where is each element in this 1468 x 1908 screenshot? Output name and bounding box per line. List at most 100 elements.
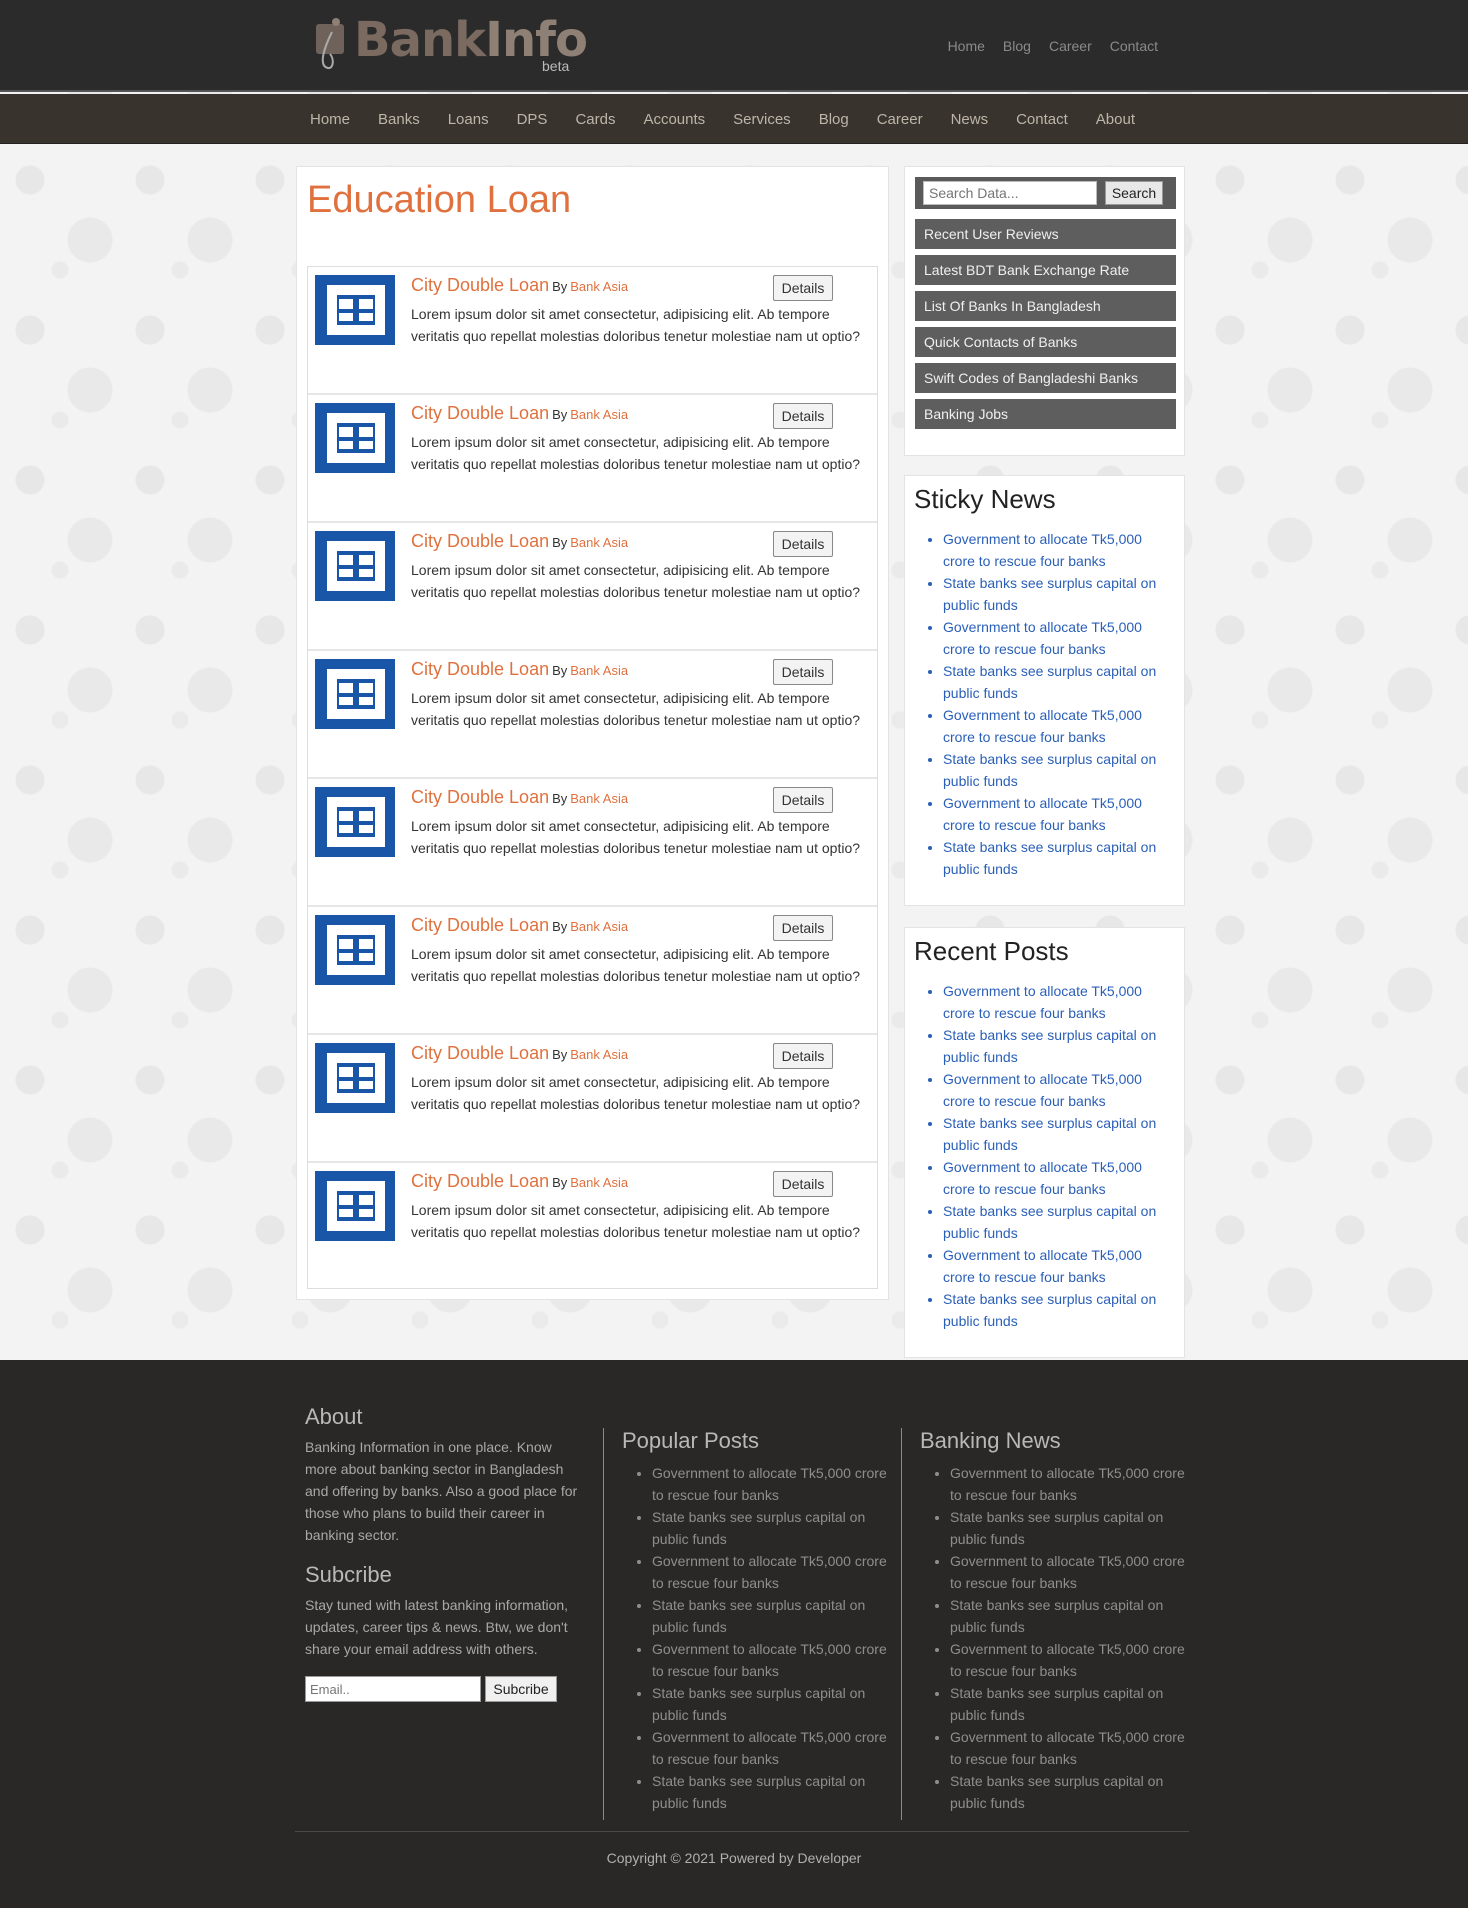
recent-post-item[interactable]: Government to allocate Tk5,000 crore to … — [943, 980, 1175, 1024]
popular-post-item-link[interactable]: State banks see surplus capital on publi… — [652, 1509, 865, 1547]
recent-post-item[interactable]: Government to allocate Tk5,000 crore to … — [943, 1244, 1175, 1288]
bank-name-link[interactable]: Bank Asia — [570, 791, 628, 806]
loan-title[interactable]: City Double Loan By Bank Asia — [411, 1043, 628, 1064]
recent-post-item-link[interactable]: Government to allocate Tk5,000 crore to … — [943, 1071, 1142, 1109]
nav-item-cards[interactable]: Cards — [561, 111, 629, 128]
bank-name-link[interactable]: Bank Asia — [570, 663, 628, 678]
sticky-news-item-link[interactable]: Government to allocate Tk5,000 crore to … — [943, 795, 1142, 833]
popular-post-item-link[interactable]: Government to allocate Tk5,000 crore to … — [652, 1641, 887, 1679]
nav-item-services[interactable]: Services — [719, 111, 805, 128]
top-link-blog[interactable]: Blog — [1003, 38, 1031, 54]
popular-post-item-link[interactable]: State banks see surplus capital on publi… — [652, 1597, 865, 1635]
sidebar-item-banking-jobs[interactable]: Banking Jobs — [915, 399, 1176, 429]
sticky-news-item[interactable]: Government to allocate Tk5,000 crore to … — [943, 528, 1175, 572]
popular-post-item[interactable]: Government to allocate Tk5,000 crore to … — [652, 1462, 893, 1506]
details-button[interactable]: Details — [773, 403, 833, 429]
recent-post-item[interactable]: State banks see surplus capital on publi… — [943, 1288, 1175, 1332]
bank-name-link[interactable]: Bank Asia — [570, 1175, 628, 1190]
search-button[interactable]: Search — [1105, 181, 1163, 205]
recent-post-item-link[interactable]: Government to allocate Tk5,000 crore to … — [943, 983, 1142, 1021]
sidebar-item-quick-contacts[interactable]: Quick Contacts of Banks — [915, 327, 1176, 357]
nav-item-accounts[interactable]: Accounts — [629, 111, 719, 128]
bank-name-link[interactable]: Bank Asia — [570, 535, 628, 550]
popular-post-item[interactable]: Government to allocate Tk5,000 crore to … — [652, 1638, 893, 1682]
sticky-news-item[interactable]: State banks see surplus capital on publi… — [943, 660, 1175, 704]
sticky-news-item-link[interactable]: State banks see surplus capital on publi… — [943, 575, 1156, 613]
details-button[interactable]: Details — [773, 1043, 833, 1069]
search-input[interactable] — [923, 181, 1097, 205]
popular-post-item[interactable]: Government to allocate Tk5,000 crore to … — [652, 1726, 893, 1770]
banking-news-item-link[interactable]: State banks see surplus capital on publi… — [950, 1509, 1163, 1547]
loan-title-text[interactable]: City Double Loan — [411, 1171, 549, 1191]
recent-post-item[interactable]: Government to allocate Tk5,000 crore to … — [943, 1068, 1175, 1112]
banking-news-item[interactable]: State banks see surplus capital on publi… — [950, 1682, 1191, 1726]
site-logo[interactable]: BankInfo beta — [314, 12, 588, 78]
banking-news-item[interactable]: Government to allocate Tk5,000 crore to … — [950, 1638, 1191, 1682]
sticky-news-item[interactable]: Government to allocate Tk5,000 crore to … — [943, 616, 1175, 660]
recent-post-item[interactable]: State banks see surplus capital on publi… — [943, 1200, 1175, 1244]
banking-news-item[interactable]: Government to allocate Tk5,000 crore to … — [950, 1462, 1191, 1506]
banking-news-item-link[interactable]: State banks see surplus capital on publi… — [950, 1773, 1163, 1811]
email-field[interactable] — [305, 1676, 481, 1702]
banking-news-item-link[interactable]: State banks see surplus capital on publi… — [950, 1685, 1163, 1723]
nav-item-news[interactable]: News — [937, 111, 1003, 128]
sticky-news-item[interactable]: Government to allocate Tk5,000 crore to … — [943, 704, 1175, 748]
popular-post-item[interactable]: State banks see surplus capital on publi… — [652, 1594, 893, 1638]
sidebar-item-exchange-rate[interactable]: Latest BDT Bank Exchange Rate — [915, 255, 1176, 285]
recent-post-item-link[interactable]: Government to allocate Tk5,000 crore to … — [943, 1247, 1142, 1285]
loan-title-text[interactable]: City Double Loan — [411, 915, 549, 935]
popular-post-item-link[interactable]: State banks see surplus capital on publi… — [652, 1773, 865, 1811]
loan-title[interactable]: City Double Loan By Bank Asia — [411, 403, 628, 424]
sidebar-item-list-of-banks[interactable]: List Of Banks In Bangladesh — [915, 291, 1176, 321]
recent-post-item-link[interactable]: State banks see surplus capital on publi… — [943, 1203, 1156, 1241]
loan-title-text[interactable]: City Double Loan — [411, 531, 549, 551]
loan-title-text[interactable]: City Double Loan — [411, 787, 549, 807]
details-button[interactable]: Details — [773, 1171, 833, 1197]
popular-post-item-link[interactable]: Government to allocate Tk5,000 crore to … — [652, 1465, 887, 1503]
banking-news-item-link[interactable]: Government to allocate Tk5,000 crore to … — [950, 1465, 1185, 1503]
banking-news-item-link[interactable]: Government to allocate Tk5,000 crore to … — [950, 1641, 1185, 1679]
nav-item-banks[interactable]: Banks — [364, 111, 434, 128]
nav-item-dps[interactable]: DPS — [503, 111, 562, 128]
loan-title[interactable]: City Double Loan By Bank Asia — [411, 659, 628, 680]
nav-item-home[interactable]: Home — [296, 111, 364, 128]
bank-name-link[interactable]: Bank Asia — [570, 279, 628, 294]
banking-news-item[interactable]: State banks see surplus capital on publi… — [950, 1770, 1191, 1814]
loan-title-text[interactable]: City Double Loan — [411, 1043, 549, 1063]
details-button[interactable]: Details — [773, 659, 833, 685]
sidebar-item-recent-reviews[interactable]: Recent User Reviews — [915, 219, 1176, 249]
sticky-news-item[interactable]: State banks see surplus capital on publi… — [943, 836, 1175, 880]
loan-title[interactable]: City Double Loan By Bank Asia — [411, 787, 628, 808]
popular-post-item[interactable]: State banks see surplus capital on publi… — [652, 1506, 893, 1550]
sidebar-item-swift-codes[interactable]: Swift Codes of Bangladeshi Banks — [915, 363, 1176, 393]
details-button[interactable]: Details — [773, 915, 833, 941]
top-link-home[interactable]: Home — [948, 38, 985, 54]
banking-news-item[interactable]: State banks see surplus capital on publi… — [950, 1506, 1191, 1550]
sticky-news-item[interactable]: State banks see surplus capital on publi… — [943, 748, 1175, 792]
loan-title[interactable]: City Double Loan By Bank Asia — [411, 1171, 628, 1192]
bank-name-link[interactable]: Bank Asia — [570, 1047, 628, 1062]
top-link-career[interactable]: Career — [1049, 38, 1092, 54]
nav-item-about[interactable]: About — [1082, 111, 1149, 128]
banking-news-item[interactable]: State banks see surplus capital on publi… — [950, 1594, 1191, 1638]
recent-post-item-link[interactable]: Government to allocate Tk5,000 crore to … — [943, 1159, 1142, 1197]
popular-post-item[interactable]: State banks see surplus capital on publi… — [652, 1770, 893, 1814]
popular-post-item-link[interactable]: State banks see surplus capital on publi… — [652, 1685, 865, 1723]
loan-title[interactable]: City Double Loan By Bank Asia — [411, 531, 628, 552]
banking-news-item[interactable]: Government to allocate Tk5,000 crore to … — [950, 1726, 1191, 1770]
nav-item-contact[interactable]: Contact — [1002, 111, 1082, 128]
recent-post-item[interactable]: Government to allocate Tk5,000 crore to … — [943, 1156, 1175, 1200]
sticky-news-item-link[interactable]: Government to allocate Tk5,000 crore to … — [943, 619, 1142, 657]
banking-news-item-link[interactable]: Government to allocate Tk5,000 crore to … — [950, 1729, 1185, 1767]
subscribe-button[interactable]: Subcribe — [485, 1676, 557, 1702]
banking-news-item-link[interactable]: State banks see surplus capital on publi… — [950, 1597, 1163, 1635]
recent-post-item-link[interactable]: State banks see surplus capital on publi… — [943, 1291, 1156, 1329]
banking-news-item-link[interactable]: Government to allocate Tk5,000 crore to … — [950, 1553, 1185, 1591]
bank-name-link[interactable]: Bank Asia — [570, 407, 628, 422]
popular-post-item[interactable]: Government to allocate Tk5,000 crore to … — [652, 1550, 893, 1594]
nav-item-blog[interactable]: Blog — [805, 111, 863, 128]
nav-item-loans[interactable]: Loans — [434, 111, 503, 128]
details-button[interactable]: Details — [773, 275, 833, 301]
loan-title-text[interactable]: City Double Loan — [411, 403, 549, 423]
bank-name-link[interactable]: Bank Asia — [570, 919, 628, 934]
